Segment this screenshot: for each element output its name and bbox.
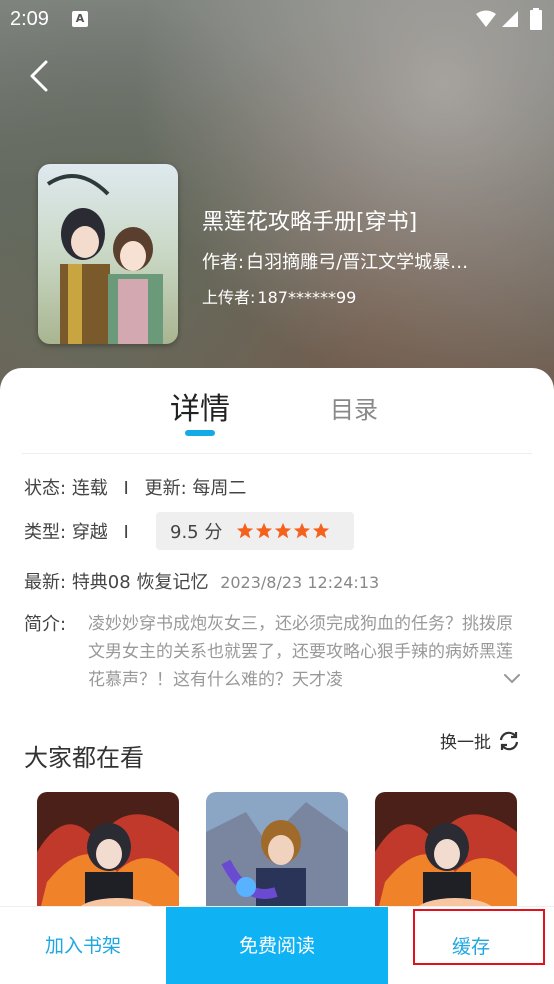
author-label: 作者:	[202, 252, 245, 273]
recommend-cover[interactable]	[37, 792, 179, 922]
star-icon	[275, 522, 292, 539]
book-cover	[38, 164, 178, 344]
free-read-button[interactable]: 免费阅读	[166, 907, 388, 984]
tab-toc[interactable]: 目录	[330, 390, 378, 425]
refresh-label: 换一批	[440, 733, 491, 753]
latest-label: 最新:	[24, 572, 67, 593]
type-value: 穿越	[71, 522, 108, 543]
rating-score: 9.5 分	[170, 522, 223, 543]
chevron-down-icon[interactable]	[500, 666, 524, 690]
author-value: 白羽摘雕弓/晋江文学城暴…	[246, 252, 469, 273]
star-icon	[294, 522, 311, 539]
bottom-action-bar: 加入书架 免费阅读 缓存	[0, 906, 554, 984]
latest-time: 2023/8/23 12:24:13	[220, 573, 380, 592]
detail-panel: 详情 目录 状态: 连载 I 更新: 每周二 类型: 穿越 I 9.5 分 最新…	[0, 368, 554, 984]
notification-icon: A	[72, 11, 88, 27]
status-time: 2:09	[10, 8, 49, 30]
rating-stars	[236, 522, 330, 540]
update-value: 每周二	[192, 478, 247, 499]
type-row: 类型: 穿越 I	[24, 518, 139, 544]
back-arrow-icon[interactable]	[26, 58, 56, 94]
book-uploader: 上传者: 187******99	[202, 284, 356, 308]
star-icon	[256, 522, 273, 539]
status-bar: 2:09 A	[0, 0, 554, 40]
refresh-icon	[499, 731, 519, 750]
type-label: 类型:	[24, 522, 67, 543]
latest-row[interactable]: 最新: 特典08 恢复记忆 2023/8/23 12:24:13	[24, 568, 379, 594]
status-row: 状态: 连载 I 更新: 每周二	[24, 474, 246, 500]
wifi-icon	[476, 10, 496, 27]
book-author: 作者: 白羽摘雕弓/晋江文学城暴…	[202, 248, 512, 274]
tab-divider	[22, 453, 532, 454]
highlight-box	[413, 909, 545, 965]
latest-chapter: 特典08 恢复记忆	[71, 572, 209, 593]
uploader-label: 上传者:	[202, 288, 256, 307]
intro-text: 凌妙妙穿书成炮灰女三，还必须完成狗血的任务？挑拨原文男女主的关系也就罢了，还要攻…	[88, 614, 513, 690]
star-icon	[313, 522, 330, 539]
uploader-value: 187******99	[257, 288, 357, 307]
add-to-shelf-button[interactable]: 加入书架	[0, 907, 166, 984]
status-label: 状态:	[24, 478, 67, 499]
status-value: 连载	[71, 478, 108, 499]
intro-label: 简介:	[24, 614, 67, 635]
separator: I	[123, 522, 129, 543]
recommend-cover[interactable]	[206, 792, 348, 922]
separator: I	[123, 478, 129, 499]
signal-icon	[502, 11, 518, 27]
book-title: 黑莲花攻略手册[穿书]	[202, 210, 418, 235]
tab-indicator	[185, 430, 215, 436]
battery-icon	[530, 8, 542, 30]
recommend-title: 大家都在看	[24, 744, 144, 772]
tab-detail[interactable]: 详情	[170, 384, 230, 428]
refresh-button[interactable]: 换一批	[440, 728, 521, 753]
update-label: 更新:	[144, 478, 187, 499]
star-icon	[237, 522, 254, 539]
recommend-cover[interactable]	[375, 792, 517, 922]
rating-box: 9.5 分	[156, 512, 354, 550]
